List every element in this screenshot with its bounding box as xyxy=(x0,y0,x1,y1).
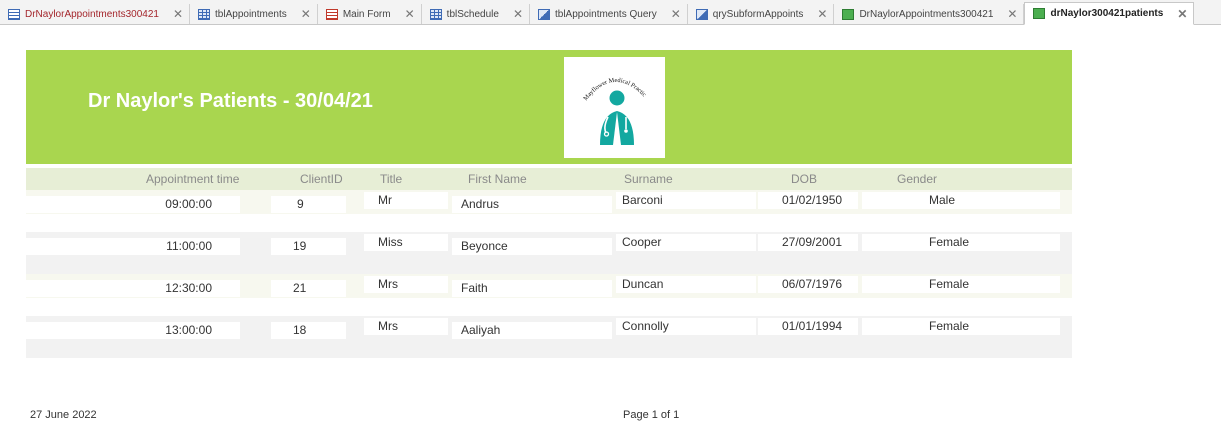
report-icon xyxy=(1033,8,1046,19)
tab-drnaylor300421patients[interactable]: drNaylor300421patients ✕ xyxy=(1024,2,1195,25)
column-header-dob: DOB xyxy=(791,172,818,186)
surname-cell: Barconi xyxy=(616,192,756,209)
table-icon xyxy=(429,8,442,20)
tab-tblappointments[interactable]: tblAppointments ✕ xyxy=(190,4,318,24)
close-icon[interactable]: ✕ xyxy=(173,8,183,20)
report-header: Dr Naylor's Patients - 30/04/21 Mayflowe… xyxy=(26,50,1072,164)
table-row: 12:30:00 21 Mrs Faith Duncan 06/07/1976 … xyxy=(26,274,1072,316)
clientid-cell: 19 xyxy=(271,238,346,255)
appointment-time-cell: 11:00:00 xyxy=(26,238,240,255)
table-row: 09:00:00 9 Mr Andrus Barconi 01/02/1950 … xyxy=(26,190,1072,232)
dob-cell: 06/07/1976 xyxy=(758,276,858,293)
column-header-first-name: First Name xyxy=(468,172,527,186)
tab-qrysubformappoints[interactable]: qrySubformAppoints ✕ xyxy=(688,4,835,24)
column-header-appointment-time: Appointment time xyxy=(146,172,240,186)
gender-cell: Female xyxy=(862,318,1060,335)
tab-tblappointments-query[interactable]: tblAppointments Query ✕ xyxy=(530,4,688,24)
title-cell: Mrs xyxy=(364,318,448,335)
dob-cell: 01/02/1950 xyxy=(758,192,858,209)
tab-label: tblAppointments xyxy=(215,8,287,20)
tab-drnaylorappointments-form[interactable]: DrNaylorAppointments300421 ✕ xyxy=(0,4,191,24)
appointment-time-cell: 13:00:00 xyxy=(26,322,240,339)
surname-cell: Duncan xyxy=(616,276,756,293)
title-cell: Miss xyxy=(364,234,448,251)
document-tab-bar: DrNaylorAppointments300421 ✕ tblAppointm… xyxy=(0,0,1221,25)
main-form-icon xyxy=(325,8,338,20)
footer-page-number: Page 1 of 1 xyxy=(623,409,680,421)
gender-cell: Female xyxy=(862,276,1060,293)
close-icon[interactable]: ✕ xyxy=(817,8,827,20)
practice-logo: Mayflower Medical Practice xyxy=(564,57,665,158)
surname-cell: Cooper xyxy=(616,234,756,251)
tab-tblschedule[interactable]: tblSchedule ✕ xyxy=(422,4,530,24)
tab-label: drNaylor300421patients xyxy=(1050,8,1164,19)
appointment-time-cell: 09:00:00 xyxy=(26,196,240,213)
table-icon xyxy=(198,8,211,20)
dob-cell: 27/09/2001 xyxy=(758,234,858,251)
query-icon xyxy=(695,8,708,20)
first-name-cell: Faith xyxy=(452,280,612,297)
first-name-cell: Aaliyah xyxy=(452,322,612,339)
query-icon xyxy=(538,8,550,20)
table-row: 11:00:00 19 Miss Beyonce Cooper 27/09/20… xyxy=(26,232,1072,274)
tab-main-form[interactable]: Main Form ✕ xyxy=(318,4,422,24)
svg-text:Mayflower Medical Practice: Mayflower Medical Practice xyxy=(564,57,648,102)
clientid-cell: 21 xyxy=(271,280,346,297)
close-icon[interactable]: ✕ xyxy=(671,8,681,20)
report-title: Dr Naylor's Patients - 30/04/21 xyxy=(88,90,373,112)
column-header-surname: Surname xyxy=(624,172,673,186)
close-icon[interactable]: ✕ xyxy=(513,8,523,20)
table-row: 13:00:00 18 Mrs Aaliyah Connolly 01/01/1… xyxy=(26,316,1072,358)
tab-label: DrNaylorAppointments300421 xyxy=(859,8,994,20)
logo-text: Mayflower Medical Practice xyxy=(564,57,648,102)
title-cell: Mr xyxy=(364,192,448,209)
first-name-cell: Beyonce xyxy=(452,238,612,255)
tab-label: Main Form xyxy=(342,8,391,20)
close-icon[interactable]: ✕ xyxy=(1007,8,1017,20)
form-icon xyxy=(8,8,20,20)
appointment-time-cell: 12:30:00 xyxy=(26,280,240,297)
clientid-cell: 18 xyxy=(271,322,346,339)
dob-cell: 01/01/1994 xyxy=(758,318,858,335)
clientid-cell: 9 xyxy=(271,196,346,213)
gender-cell: Female xyxy=(862,234,1060,251)
title-cell: Mrs xyxy=(364,276,448,293)
tab-label: qrySubformAppoints xyxy=(712,8,804,20)
close-icon[interactable]: ✕ xyxy=(301,8,311,20)
column-header-row: Appointment time ClientID Title First Na… xyxy=(26,168,1072,190)
surname-cell: Connolly xyxy=(616,318,756,335)
first-name-cell: Andrus xyxy=(452,196,612,213)
column-header-clientid: ClientID xyxy=(300,172,343,186)
close-icon[interactable]: ✕ xyxy=(1177,8,1187,20)
tab-label: tblAppointments Query xyxy=(555,8,657,20)
column-header-title: Title xyxy=(380,172,403,186)
tab-label: tblSchedule xyxy=(446,8,499,20)
gender-cell: Male xyxy=(862,192,1060,209)
report-icon xyxy=(842,8,855,20)
column-header-gender: Gender xyxy=(897,172,938,186)
tab-drnaylorappointments-report[interactable]: DrNaylorAppointments300421 ✕ xyxy=(834,4,1025,24)
footer-date: 27 June 2022 xyxy=(30,409,97,421)
doctor-logo-icon: Mayflower Medical Practice xyxy=(564,57,648,145)
tab-label: DrNaylorAppointments300421 xyxy=(25,8,159,20)
close-icon[interactable]: ✕ xyxy=(405,8,415,20)
